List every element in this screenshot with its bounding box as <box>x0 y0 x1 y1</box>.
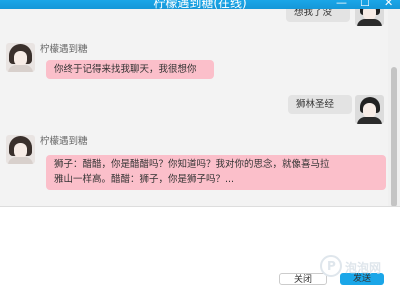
watermark-logo: P 泡泡网 <box>318 253 400 281</box>
chat-history[interactable]: 想我了没 柠檬遇到糖 你终于记得来找我聊天，我很想你 狮林圣经 柠檬遇到糖 狮子… <box>0 9 388 206</box>
my-avatar[interactable] <box>355 95 384 124</box>
contact-avatar[interactable] <box>6 135 35 164</box>
scrollbar-thumb[interactable] <box>391 67 397 207</box>
message-bubble-received: 你终于记得来找我聊天，我很想你 <box>46 60 214 79</box>
my-avatar[interactable] <box>355 9 384 26</box>
contact-avatar[interactable] <box>6 43 35 72</box>
message-bubble-sent: 狮林圣经 <box>288 95 352 114</box>
watermark-text: 泡泡网 <box>345 261 382 275</box>
minimize-button[interactable]: — <box>336 0 347 9</box>
message-bubble-sent: 想我了没 <box>286 9 350 22</box>
sender-name: 柠檬遇到糖 <box>40 136 88 147</box>
watermark-icon: P <box>320 255 342 277</box>
title-bar: 柠檬遇到糖(在线) — ☐ ✕ <box>0 0 400 9</box>
maximize-button[interactable]: ☐ <box>360 0 370 9</box>
chat-scrollbar[interactable] <box>388 9 400 207</box>
sender-name: 柠檬遇到糖 <box>40 44 88 55</box>
close-window-button[interactable]: ✕ <box>384 0 393 9</box>
message-line: 雅山一样高。醋醋：狮子，你是狮子吗？... <box>54 174 235 185</box>
message-line: 狮子：醋醋，你是醋醋吗？你知道吗？我对你的思念，就像喜马拉 <box>54 159 330 170</box>
message-bubble-received: 狮子：醋醋，你是醋醋吗？你知道吗？我对你的思念，就像喜马拉 雅山一样高。醋醋：狮… <box>46 155 386 190</box>
